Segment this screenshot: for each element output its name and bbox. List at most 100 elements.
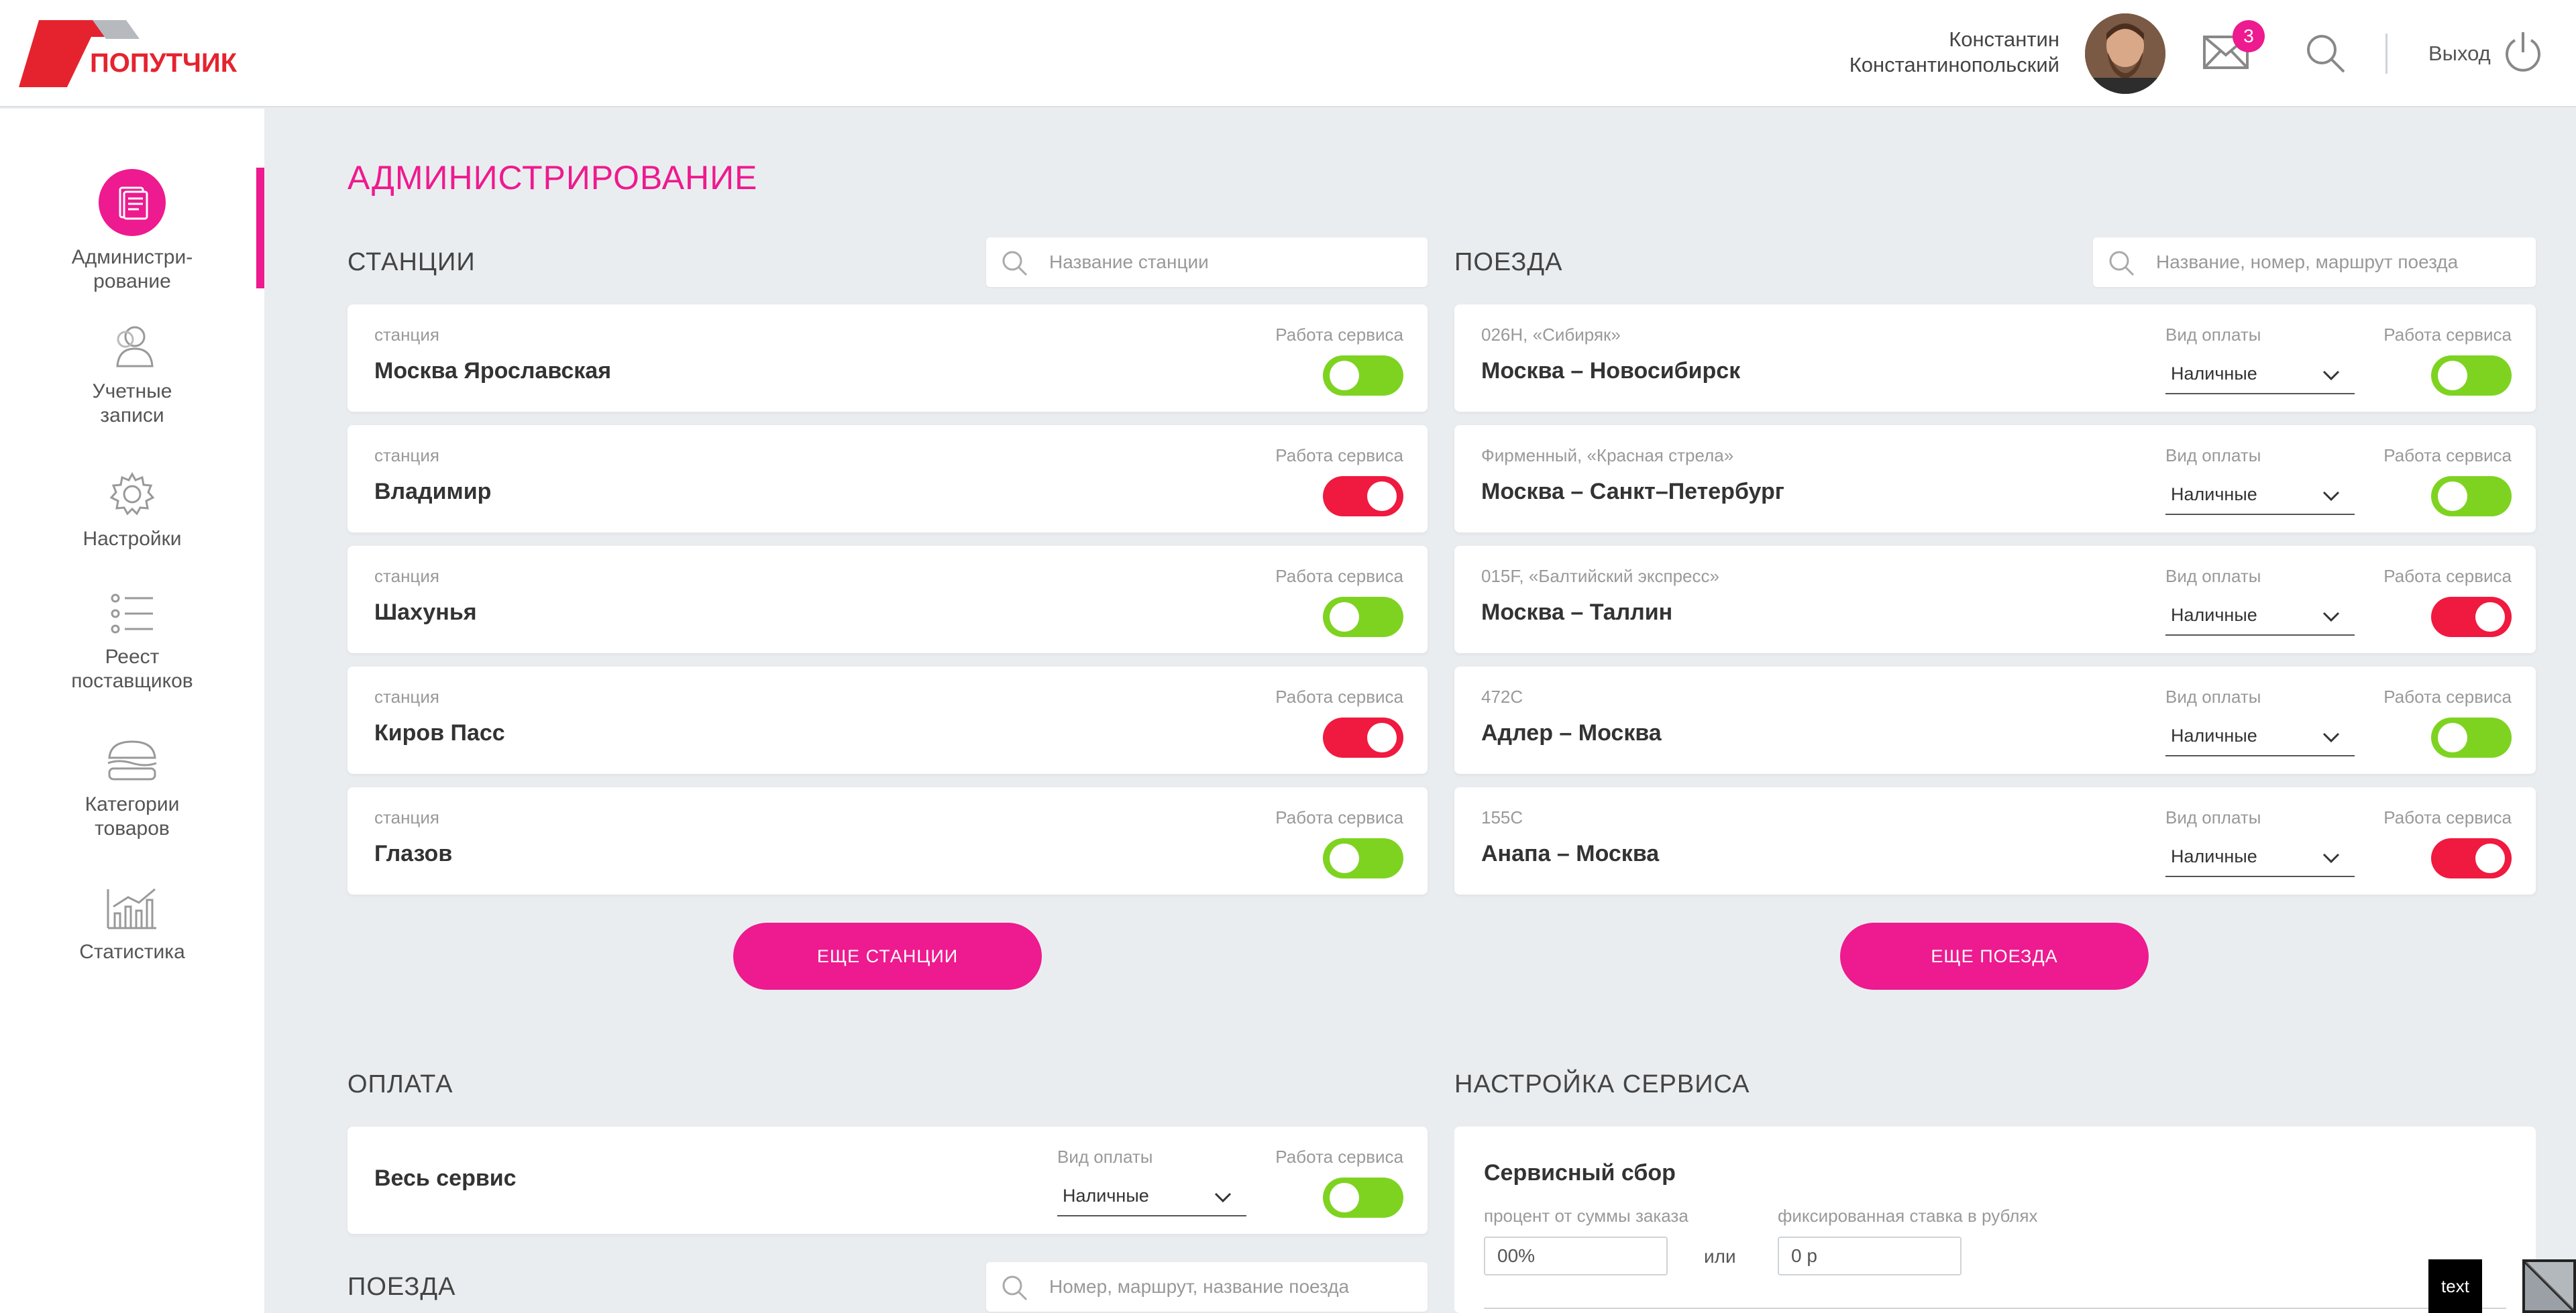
payment-type-select[interactable]: Наличные [2165,718,2355,756]
chevron-down-icon [2322,853,2340,864]
sidebar-item-accounts[interactable]: Учетные записи [0,323,264,428]
service-fee-title: Сервисный сбор [1484,1160,1676,1186]
sidebar-item-categories[interactable]: Категории товаров [0,739,264,841]
service-toggle[interactable] [1323,355,1403,396]
payment-type-select[interactable]: Наличные [2165,476,2355,515]
user-first-name: Константин [1949,27,2059,51]
train-card: 015F, «Балтийский экспресс» Москва – Талл… [1454,546,2536,653]
toggle-knob [2438,723,2467,752]
service-label: Работа сервиса [2383,687,2512,707]
payment-type-select[interactable]: Наличные [2165,838,2355,877]
chart-icon [107,888,156,929]
burger-icon [107,740,157,781]
station-card: станция Киров Пасс Работа сервиса [347,667,1428,774]
train-number: 472С [1481,687,1523,707]
text-badge: text [2428,1259,2482,1313]
train-route: Москва – Санкт–Петербург [1481,479,1784,504]
sidebar-item-administration[interactable]: Администри- рование [0,169,264,294]
payment-title: ОПЛАТА [347,1070,453,1098]
mail-count-badge: 3 [2233,20,2265,52]
sidebar-item-label: записи [100,404,164,426]
payment-row-name: Весь сервис [374,1165,517,1191]
avatar[interactable] [2085,13,2165,94]
service-toggle[interactable] [1323,718,1403,758]
trains-title: ПОЕЗДА [1454,248,1563,276]
power-icon[interactable] [2504,31,2542,75]
toggle-knob [2438,361,2467,390]
service-toggle[interactable] [2431,838,2512,878]
or-label: или [1704,1246,1736,1267]
train2-search-input[interactable] [1049,1262,1411,1312]
logout-label[interactable]: Выход [2428,42,2491,66]
fixed-rate-label: фиксированная ставка в рублях [1778,1206,2038,1226]
service-toggle[interactable] [1323,1178,1403,1218]
trains2-title: ПОЕЗДА [347,1273,456,1301]
sidebar-item-statistics[interactable]: Статистика [0,887,264,964]
station-type: станция [374,325,439,345]
sidebar: Администри- рование Учетные записи Настр… [0,109,264,1313]
train-search-input[interactable] [2156,237,2525,287]
payment-type-select[interactable]: Наличные [2165,597,2355,636]
station-card: станция Владимир Работа сервиса [347,425,1428,532]
chevron-down-icon [1214,1192,1232,1203]
train-route: Анапа – Москва [1481,841,1660,866]
percent-input[interactable]: 00% [1484,1237,1668,1275]
chevron-down-icon [2322,370,2340,381]
search-icon [2109,251,2135,276]
toggle-knob [1330,1183,1359,1212]
more-stations-button[interactable]: ЕЩЕ СТАНЦИИ [733,923,1042,990]
service-toggle[interactable] [2431,718,2512,758]
admin-icon [99,169,166,236]
service-toggle[interactable] [2431,476,2512,516]
page-title: АДМИНИСТРИРОВАНИЕ [347,159,758,196]
search-icon [1002,251,1028,276]
station-search-input[interactable] [1049,237,1411,287]
train-route: Москва – Новосибирск [1481,358,1741,384]
service-toggle[interactable] [1323,597,1403,637]
service-toggle[interactable] [1323,838,1403,878]
toggle-knob [2475,844,2505,873]
top-header: ПОПУТЧИК Константин Константинопольский … [0,0,2576,107]
sidebar-item-label: товаров [95,817,170,840]
toggle-knob [1330,844,1359,873]
toggle-knob [1330,361,1359,390]
service-label: Работа сервиса [2383,325,2512,345]
more-trains-button[interactable]: ЕЩЕ ПОЕЗДА [1840,923,2149,990]
search-icon [1002,1275,1028,1301]
sidebar-item-label: Настройки [83,528,182,550]
station-name: Киров Пасс [374,720,505,746]
user-name[interactable]: Константин Константинопольский [1849,27,2059,78]
list-icon [111,593,153,634]
train-number: 155С [1481,807,1523,827]
divider [1484,1308,2506,1309]
train-card: 472С Адлер – Москва Вид оплаты Наличные Рабо… [1454,667,2536,774]
service-toggle[interactable] [1323,476,1403,516]
logo[interactable]: ПОПУТЧИК [19,20,247,87]
train-route: Адлер – Москва [1481,720,1662,746]
station-name: Глазов [374,841,453,866]
payment-type-value: Наличные [2171,605,2257,625]
service-label: Работа сервиса [1275,566,1403,586]
station-card: станция Шахунья Работа сервиса [347,546,1428,653]
toggle-knob [2438,481,2467,511]
station-search[interactable] [986,237,1428,287]
payment-type-label: Вид оплаты [2165,325,2261,345]
service-toggle[interactable] [2431,355,2512,396]
train-search[interactable] [2093,237,2536,287]
gear-icon [109,471,155,516]
payment-type-select[interactable]: Наличные [1057,1178,1246,1216]
payment-type-select[interactable]: Наличные [2165,355,2355,394]
toggle-knob [2475,602,2505,632]
service-toggle[interactable] [2431,597,2512,637]
payment-row: Весь сервис Вид оплаты Наличные Работа с… [347,1127,1428,1234]
fixed-rate-input[interactable]: 0 р [1778,1237,1962,1275]
search-icon[interactable] [2306,34,2346,74]
station-card: станция Глазов Работа сервиса [347,787,1428,895]
sidebar-item-label: поставщиков [71,670,193,692]
service-settings-title: НАСТРОЙКА СЕРВИСА [1454,1070,1750,1098]
sidebar-item-label: Администри- [71,246,193,268]
train2-search[interactable] [986,1262,1428,1312]
corner-widget[interactable] [2522,1259,2576,1313]
sidebar-item-settings[interactable]: Настройки [0,471,264,551]
sidebar-item-suppliers[interactable]: Реест поставщиков [0,591,264,693]
